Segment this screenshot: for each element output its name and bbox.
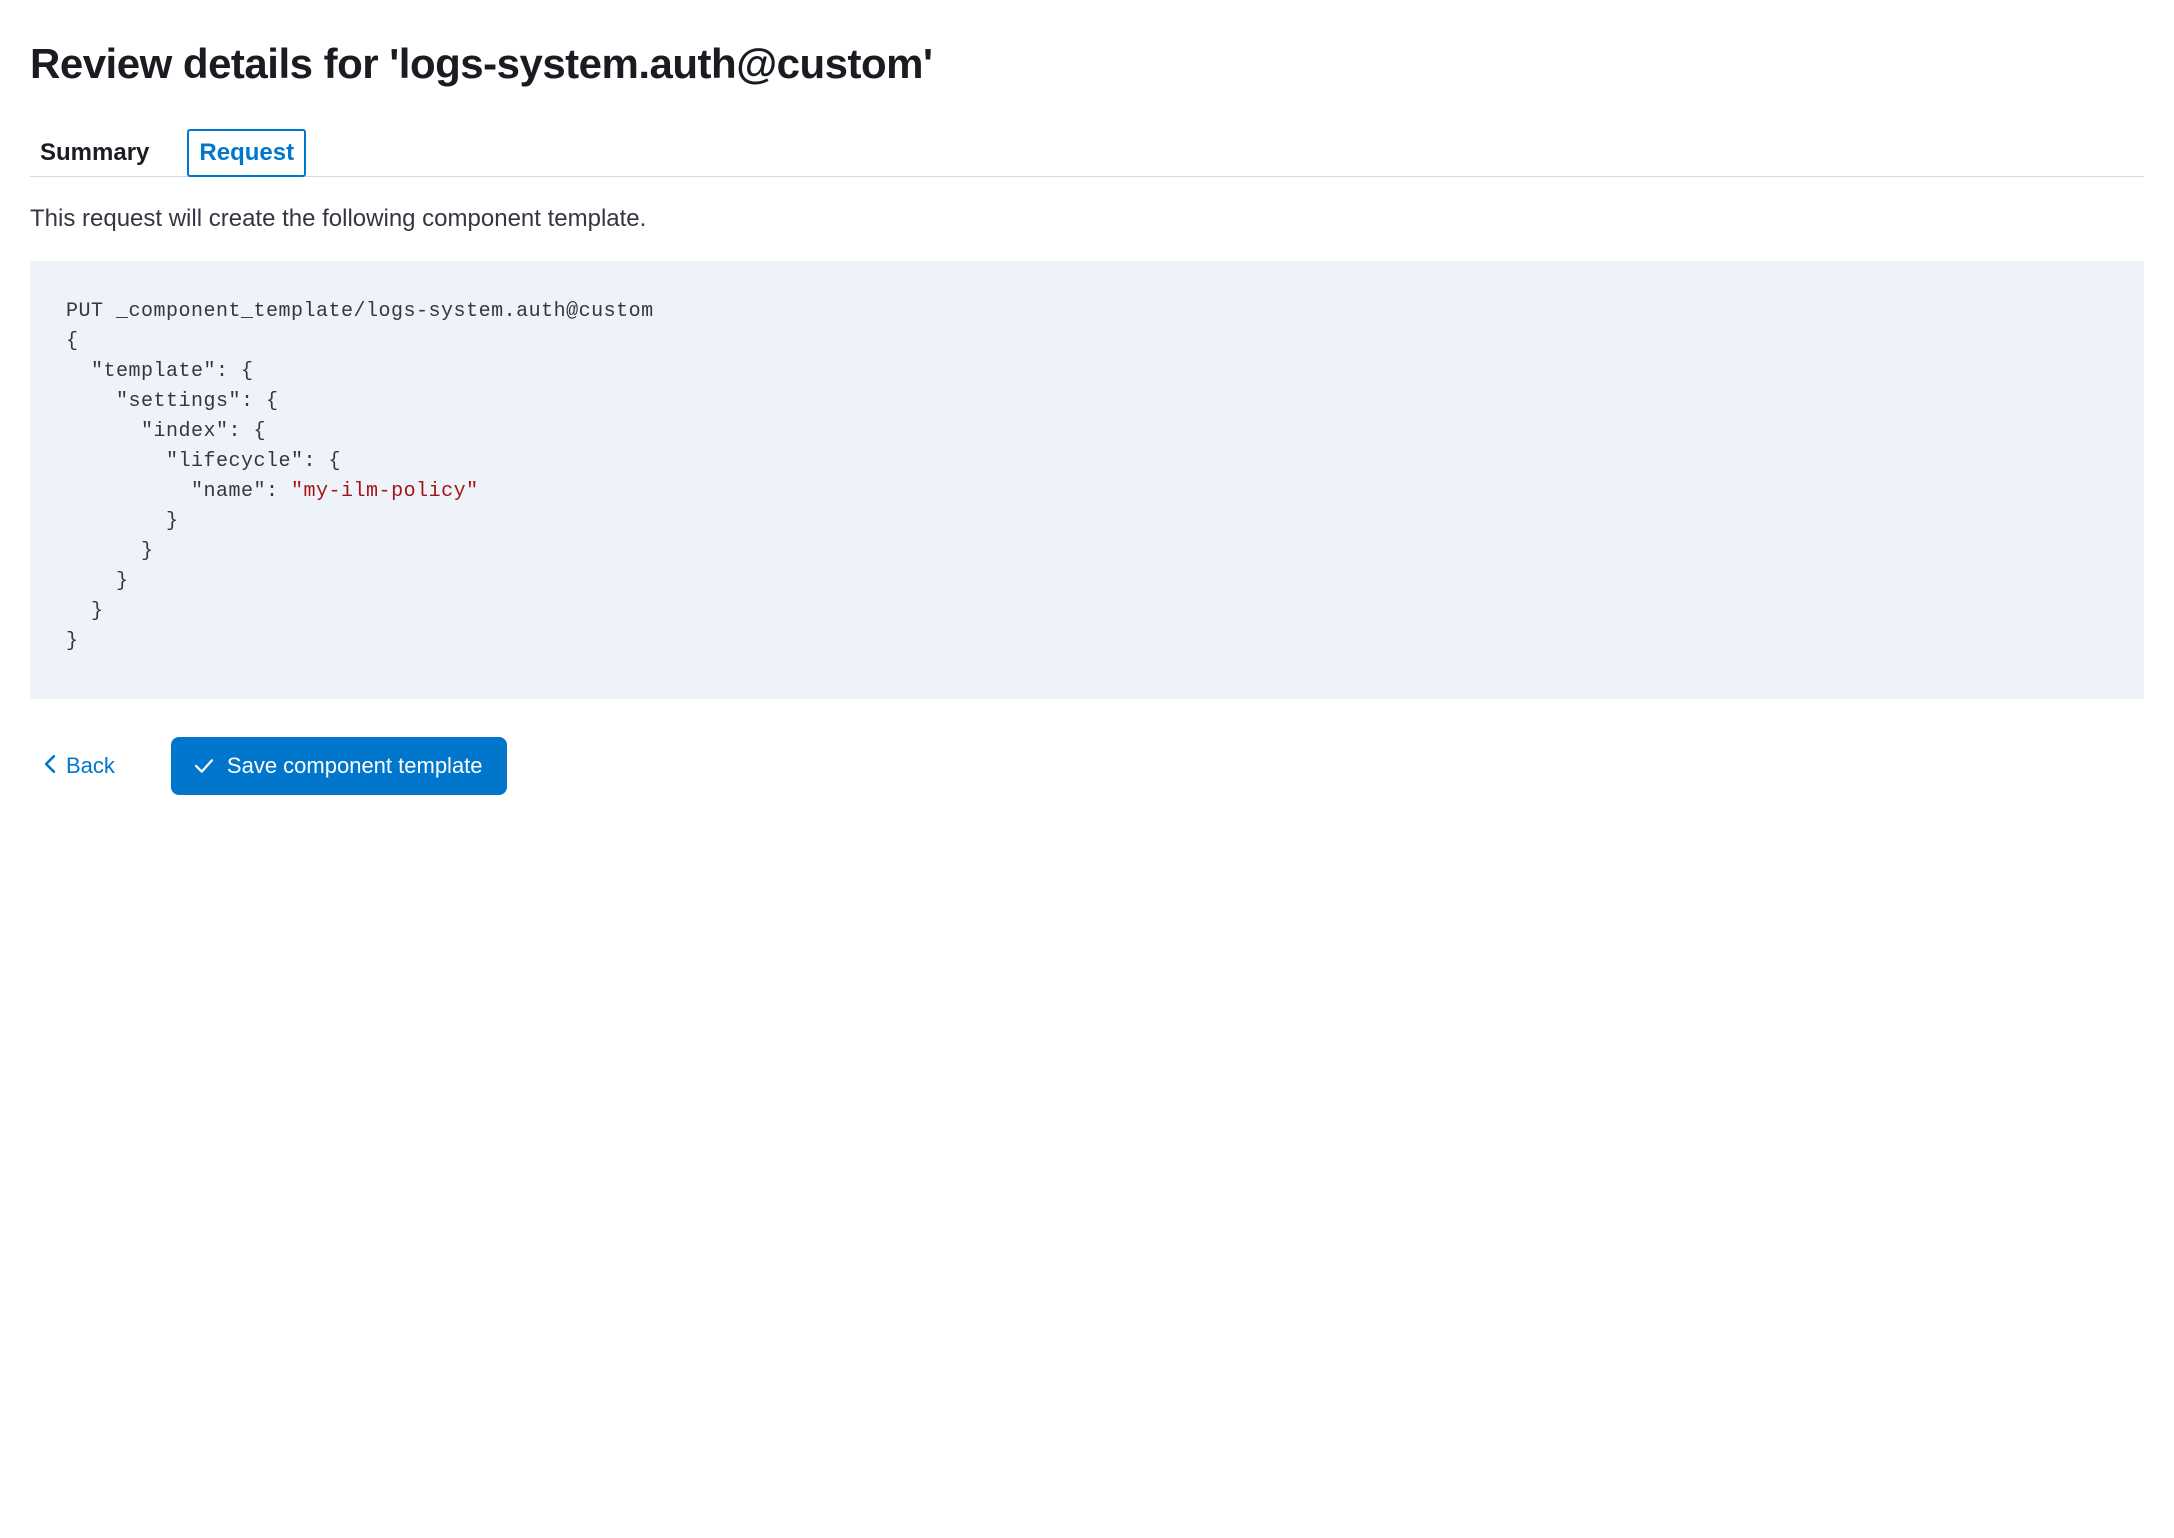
- code-line: "template": {: [66, 360, 254, 383]
- request-body-code: PUT _component_template/logs-system.auth…: [30, 261, 2144, 699]
- code-line: "settings": {: [66, 390, 279, 413]
- code-line: }: [66, 600, 104, 623]
- save-button-label: Save component template: [227, 753, 483, 779]
- code-line: PUT _component_template/logs-system.auth…: [66, 300, 654, 323]
- check-icon: [195, 753, 213, 779]
- code-line: }: [66, 570, 129, 593]
- footer-actions: Back Save component template: [30, 737, 2144, 795]
- code-line: }: [66, 510, 179, 533]
- code-line: }: [66, 540, 154, 563]
- chevron-left-icon: [44, 753, 56, 779]
- tab-request[interactable]: Request: [187, 129, 306, 177]
- save-component-template-button[interactable]: Save component template: [171, 737, 507, 795]
- request-description: This request will create the following c…: [30, 205, 2144, 233]
- tabs-bar: Summary Request: [30, 128, 2144, 177]
- back-button[interactable]: Back: [44, 753, 115, 779]
- back-button-label: Back: [66, 753, 115, 779]
- code-line: }: [66, 630, 79, 653]
- tab-summary[interactable]: Summary: [30, 129, 159, 177]
- code-line: "name":: [66, 480, 291, 503]
- code-line: "index": {: [66, 420, 266, 443]
- code-line: {: [66, 330, 79, 353]
- code-string-value: "my-ilm-policy": [291, 480, 479, 503]
- page-title: Review details for 'logs-system.auth@cus…: [30, 40, 2144, 88]
- code-line: "lifecycle": {: [66, 450, 341, 473]
